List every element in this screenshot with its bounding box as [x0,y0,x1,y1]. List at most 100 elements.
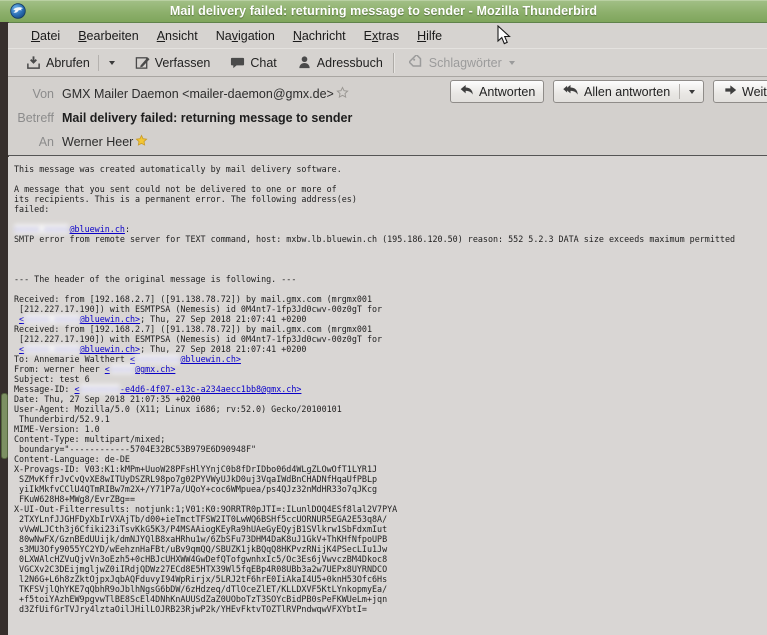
body-line: d3ZfUifGrTVJry4lztaOilJHilLOJRB23RjwP2k/… [14,604,767,614]
thunderbird-window: Mail delivery failed: returning message … [0,0,767,635]
message-body: This message was created automatically b… [8,157,767,635]
menu-bearbeiten[interactable]: Bearbeiten [69,26,148,46]
mail-toolbar: Abrufen Verfassen Chat Adressbuch Schlag… [8,48,767,77]
body-text: boundary="------------5704E32BC53B979E6D… [14,444,257,454]
redacted-text: xxxxxxxxx [135,354,181,364]
redacted-text: xxxxx.xxxxx [14,224,70,234]
body-text: Subject: test 6 [14,374,90,384]
menu-navigation[interactable]: Navigation [207,26,284,46]
body-text: its recipients. This is a permanent erro… [14,194,357,204]
email-link[interactable]: < [75,384,80,394]
body-line: A message that you sent could not be del… [14,184,767,194]
body-line: Thunderbird/52.9.1 [14,414,767,424]
get-mail-button[interactable]: Abrufen [20,52,121,74]
email-link[interactable]: -e4d6-4f07-e13c-a234aecc1bb8@gmx.ch> [120,384,302,394]
body-text: Content-Language: de-DE [14,454,130,464]
body-line: User-Agent: Mozilla/5.0 (X11; Linux i686… [14,404,767,414]
from-value[interactable]: GMX Mailer Daemon <mailer-daemon@gmx.de> [62,87,334,101]
split-separator [97,54,99,71]
titlebar[interactable]: Mail delivery failed: returning message … [0,0,767,23]
body-text: VGCXv2C3DEijmgljwZ0iIRdjQDWz27ECd8E5HTX3… [14,564,388,574]
star-outline-icon[interactable] [336,86,349,104]
reply-button[interactable]: Antworten [450,80,545,103]
person-icon [297,55,312,70]
email-link[interactable]: @bluewin.ch> [80,344,141,354]
chat-label: Chat [250,55,277,70]
body-text: l2N6G+L6h8zZktOjpxJqbAQFduvyI94WpRirjx/5… [14,574,388,584]
compose-label: Verfassen [154,55,211,70]
forward-button[interactable]: Weiterleiten [713,80,767,103]
body-line: <xxxxx.xxxxx@bluewin.ch>; Thu, 27 Sep 20… [14,344,767,354]
reply-arrow-icon [459,83,474,100]
tags-label: Schlagwörter [428,55,502,70]
body-text: --- The header of the original message i… [14,274,297,284]
body-line: X-Provags-ID: V03:K1:kMPm+UuoW28PFsHlYYn… [14,464,767,474]
body-text: X-Provags-ID: V03:K1:kMPm+UuoW28PFsHlYYn… [14,464,378,474]
body-line [14,254,767,264]
email-link[interactable]: @bluewin.ch [69,224,124,234]
email-link[interactable]: @bluewin.ch> [180,354,241,364]
body-text: vVwWLJCth3j6Cfiki23iTsvKkG5K3/P4MSAAiogK… [14,524,388,534]
tag-icon [408,55,424,70]
chat-button[interactable]: Chat [224,52,282,73]
menu-extras[interactable]: Extras [355,26,408,46]
toolbar-separator [392,52,394,73]
to-label: An [38,135,54,149]
body-text: ; Thu, 27 Sep 2018 21:07:41 +0200 [140,344,307,354]
window-title: Mail delivery failed: returning message … [169,4,598,18]
body-line: Content-Language: de-DE [14,454,767,464]
body-text: 2TXYLnfJJGHFDyXbIrVXAjTb/d00+ieTmctTFSW2… [14,514,388,524]
body-text: MIME-Version: 1.0 [14,424,100,434]
menubar: Datei Bearbeiten Ansicht Navigation Nach… [8,23,767,48]
compose-button[interactable]: Verfassen [129,52,217,73]
body-line: FKuW628H8+MWg8/EvrZBg== [14,494,767,504]
addressbook-button[interactable]: Adressbuch [291,52,389,73]
body-line: +f5toiYAzhEW9pgvwTlBE8ScEl4DNhKnAUUSdZaZ… [14,594,767,604]
get-mail-label: Abrufen [46,55,90,70]
body-line: 0LXWAlcHZVuQjvVn3oEzh5+0cHBJcUHXWW4GwDef… [14,554,767,564]
chevron-down-icon[interactable] [689,89,696,94]
body-line: its recipients. This is a permanent erro… [14,194,767,204]
menu-datei[interactable]: Datei [22,26,69,46]
mouse-cursor [497,24,512,46]
body-line [14,244,767,254]
reply-all-arrow-icon [562,83,579,100]
body-text: Received: from [192.168.2.7] ([91.138.78… [14,294,372,304]
body-line [14,264,767,274]
chevron-down-icon[interactable] [108,60,115,65]
menu-nachricht[interactable]: Nachricht [284,26,355,46]
message-header-pane: Von GMX Mailer Daemon <mailer-daemon@gmx… [8,77,767,156]
body-line: To: Annemarie Walthert <xxxxxxxxx@bluewi… [14,354,767,364]
body-line: Received: from [192.168.2.7] ([91.138.78… [14,294,767,304]
body-text: d3ZfUifGrTVJry4lztaOilJHilLOJRB23RjwP2k/… [14,604,367,614]
body-text: Message-ID: [14,384,75,394]
body-line: boundary="------------5704E32BC53B979E6D… [14,444,767,454]
reply-all-label: Allen antworten [584,84,671,99]
forward-label: Weiterleiten [742,84,767,99]
background-scrollbar-thumb[interactable] [1,393,8,459]
body-text: : [124,224,130,234]
redacted-text: xxxxx [109,364,136,374]
email-link[interactable]: @bluewin.ch> [80,314,141,324]
body-line: --- The header of the original message i… [14,274,767,284]
star-gold-icon[interactable] [135,134,148,152]
body-text: User-Agent: Mozilla/5.0 (X11; Linux i686… [14,404,342,414]
body-text: FKuW628H8+MWg8/EvrZBg== [14,494,136,504]
subject-label: Betreff [17,111,54,125]
forward-arrow-icon [722,83,737,100]
reply-all-button[interactable]: Allen antworten [553,80,705,103]
body-text: failed: [14,204,50,214]
menu-hilfe[interactable]: Hilfe [408,26,451,46]
menu-ansicht[interactable]: Ansicht [148,26,207,46]
email-link[interactable]: @gmx.ch> [135,364,175,374]
body-line [14,214,767,224]
body-text: yiIkMkfvCClU4QTmRIBw7m2X+/Y71P7a/UQoY+co… [14,484,378,494]
to-value[interactable]: Werner Heer [62,135,133,149]
body-text: SZMvKffrJvCvQvXE8wITUyDSZRL98po7g02PYVWy… [14,474,378,484]
body-text: 80wNwFX/GznBEdUUijk/dmNJYQlB8xaHRhu1w/6Z… [14,534,388,544]
body-line: Message-ID: <xxxxxxxx-e4d6-4f07-e13c-a23… [14,384,767,394]
body-line: s3MU3Ofy9055YC2YD/wEehznHaFBt/uBv9qmQQ/S… [14,544,767,554]
body-line: failed: [14,204,767,214]
from-label: Von [32,87,54,101]
redacted-text: xxxxxxxx [79,384,120,394]
